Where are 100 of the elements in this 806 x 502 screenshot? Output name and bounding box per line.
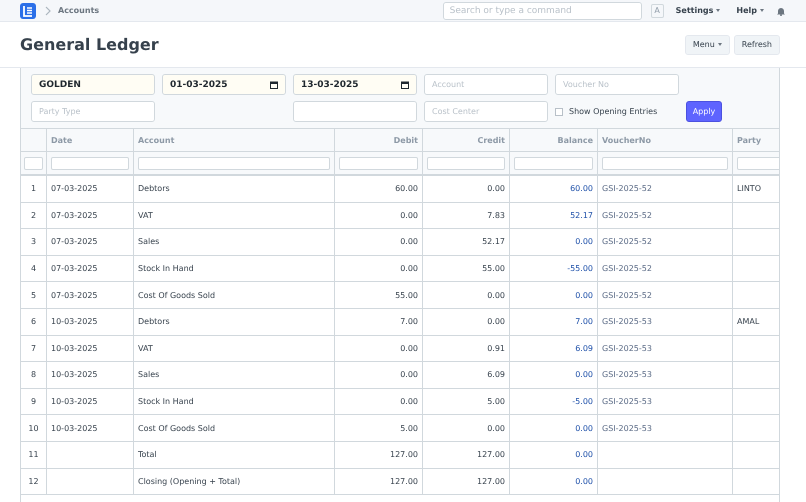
breadcrumb-link[interactable]: Accounts <box>58 6 100 15</box>
table-cell: 7.83 <box>423 202 510 230</box>
table-cell: 60.00 <box>335 176 423 203</box>
table-cell: 5.00 <box>335 415 423 442</box>
table-cell: 127.00 <box>335 468 423 496</box>
filter-field[interactable]: Party Type <box>31 101 155 122</box>
page-button[interactable]: Menu <box>684 34 730 54</box>
page-button[interactable]: Refresh <box>734 34 780 54</box>
table-cell: LINTO <box>733 176 779 203</box>
row-number: 4 <box>21 256 47 282</box>
filter-field[interactable]: GOLDEN <box>31 74 155 95</box>
column-filter-field[interactable] <box>602 156 728 170</box>
table-cell: VAT <box>134 336 335 362</box>
table-cell: Sales <box>134 229 335 256</box>
search-field[interactable]: Search or type a command <box>442 2 642 20</box>
row-number: 10 <box>21 415 47 442</box>
table-cell: 6.09 <box>423 362 510 389</box>
table-cell: GSI-2025-52 <box>598 202 733 230</box>
table-cell: 7.00 <box>335 308 423 336</box>
row-number: 9 <box>21 388 47 416</box>
filter-field[interactable]: Account <box>424 74 548 95</box>
table-cell: 0.00 <box>510 362 598 389</box>
column-filter-field[interactable] <box>737 156 779 170</box>
nav-menu[interactable]: Help <box>732 6 768 15</box>
column-filter-field[interactable] <box>138 156 330 170</box>
column-filter-field[interactable] <box>24 156 43 170</box>
nav-menu[interactable]: Settings <box>672 6 724 15</box>
table-cell: GSI-2025-53 <box>598 308 733 336</box>
column-filter-field[interactable] <box>427 156 505 170</box>
table-cell: 0.91 <box>423 336 510 362</box>
table-cell: GSI-2025-53 <box>598 336 733 362</box>
table-cell: GSI-2025-53 <box>598 388 733 416</box>
table-cell: Debtors <box>134 308 335 336</box>
row-number: 12 <box>21 468 47 496</box>
page-title: General Ledger <box>20 35 160 54</box>
bell-icon[interactable] <box>776 6 786 16</box>
table-cell: Stock In Hand <box>134 388 335 416</box>
table-cell: 0.00 <box>510 468 598 496</box>
table-cell: GSI-2025-53 <box>598 415 733 442</box>
table-cell: 52.17 <box>510 202 598 230</box>
table-cell: GSI-2025-52 <box>598 176 733 203</box>
table-cell: GSI-2025-52 <box>598 282 733 309</box>
date-field[interactable]: 13-03-2025 <box>293 74 417 95</box>
table-cell: 0.00 <box>335 336 423 362</box>
filter-field[interactable]: Voucher No <box>555 74 679 95</box>
table-cell: VAT <box>134 202 335 230</box>
table-cell: 0.00 <box>510 282 598 309</box>
column-header[interactable]: VoucherNo <box>598 129 733 152</box>
table-cell: Sales <box>134 362 335 389</box>
column-header[interactable]: Balance <box>510 129 598 152</box>
table-cell: Stock In Hand <box>134 256 335 282</box>
table-cell: 0.00 <box>510 442 598 469</box>
column-filter-field[interactable] <box>339 156 418 170</box>
column-header[interactable]: Debit <box>335 129 423 152</box>
table-cell: 0.00 <box>510 229 598 256</box>
filter-field[interactable]: Cost Center <box>424 101 548 122</box>
table-cell: 07-03-2025 <box>47 176 134 203</box>
row-number: 5 <box>21 282 47 309</box>
row-number: 11 <box>21 442 47 469</box>
column-header[interactable]: Credit <box>423 129 510 152</box>
column-filter-field[interactable] <box>51 156 129 170</box>
table-cell: 0.00 <box>335 388 423 416</box>
checkbox-label: Show Opening Entries <box>569 107 658 116</box>
caret-icon <box>716 9 720 12</box>
table-cell: 6.09 <box>510 336 598 362</box>
table-cell: 10-03-2025 <box>47 308 134 336</box>
calendar-icon[interactable] <box>270 80 278 88</box>
row-number: 2 <box>21 202 47 230</box>
table-cell: 0.00 <box>423 415 510 442</box>
chevron-icon <box>44 6 52 16</box>
table-cell: 52.17 <box>423 229 510 256</box>
table-cell: GSI-2025-53 <box>598 362 733 389</box>
apply-button[interactable]: Apply <box>686 101 722 122</box>
table-cell: 07-03-2025 <box>47 282 134 309</box>
column-header[interactable]: Date <box>47 129 134 152</box>
row-number: 7 <box>21 336 47 362</box>
table-cell: 5.00 <box>423 388 510 416</box>
table-cell: Closing (Opening + Total) <box>134 468 335 496</box>
row-number: 3 <box>21 229 47 256</box>
table-cell: 0.00 <box>335 362 423 389</box>
table-cell: 7.00 <box>510 308 598 336</box>
table-cell: 55.00 <box>335 282 423 309</box>
calendar-icon[interactable] <box>401 80 409 88</box>
table-cell: 10-03-2025 <box>47 388 134 416</box>
table-cell: 0.00 <box>423 308 510 336</box>
table-cell: 0.00 <box>335 256 423 282</box>
user-avatar[interactable]: A <box>650 4 664 18</box>
column-header[interactable]: Account <box>134 129 335 152</box>
table-cell: 0.00 <box>335 229 423 256</box>
column-header[interactable]: Party <box>733 129 779 152</box>
column-filter-field[interactable] <box>514 156 593 170</box>
app-logo[interactable] <box>20 2 36 18</box>
table-cell: 10-03-2025 <box>47 362 134 389</box>
table-cell: Debtors <box>134 176 335 203</box>
table-cell: 0.00 <box>335 202 423 230</box>
table-cell: 55.00 <box>423 256 510 282</box>
checkbox[interactable] <box>555 108 563 116</box>
filter-field[interactable] <box>293 101 417 122</box>
date-field[interactable]: 01-03-2025 <box>162 74 286 95</box>
table-cell: GSI-2025-52 <box>598 256 733 282</box>
